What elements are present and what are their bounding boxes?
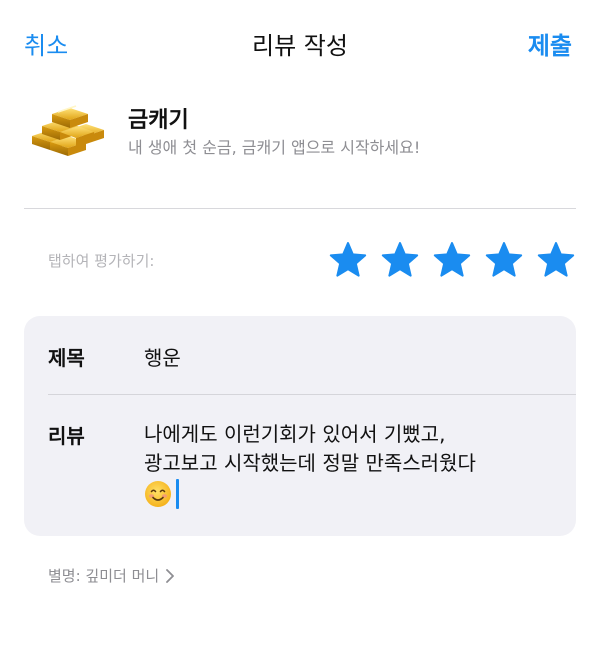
star-icon[interactable] [432,240,472,280]
star-icon[interactable] [380,240,420,280]
emoji-line [144,478,554,510]
nickname-text: 별명: 깊미더 머니 [48,567,160,585]
title-field[interactable]: 행운 [144,342,181,371]
rating-hint: 탭하여 평가하기: [48,252,155,270]
review-field[interactable]: 나에게도 이런기회가 있어서 기뻤고, 광고보고 시작했는데 정말 만족스러웠다 [144,420,554,510]
nav-bar: 취소 리뷰 작성 제출 [0,0,600,84]
review-line: 광고보고 시작했는데 정말 만족스러웠다 [144,451,476,475]
rating-row: 탭하여 평가하기: [48,236,576,286]
app-name: 금캐기 [128,108,189,133]
review-sheet: 취소 리뷰 작성 제출 금캐기 내 생애 첫 순금, 금캐기 앱으로 시작하세요… [0,0,600,653]
star-icon[interactable] [484,240,524,280]
nickname-link[interactable]: 별명: 깊미더 머니 [48,565,175,586]
gold-bars-icon [32,105,104,156]
submit-button[interactable]: 제출 [528,26,572,61]
app-info: 금캐기 내 생애 첫 순금, 금캐기 앱으로 시작하세요! [24,96,576,186]
text-cursor [176,479,179,509]
star-rating[interactable] [328,240,576,280]
title-label: 제목 [48,346,85,370]
app-subtitle: 내 생애 첫 순금, 금캐기 앱으로 시작하세요! [128,138,421,157]
divider [24,208,576,209]
form-divider [48,394,576,395]
star-icon[interactable] [328,240,368,280]
review-label: 리뷰 [48,424,85,448]
smiling-face-icon [145,481,171,507]
star-icon[interactable] [536,240,576,280]
cancel-button[interactable]: 취소 [24,26,68,61]
chevron-right-icon [166,568,175,583]
review-form: 제목 행운 리뷰 나에게도 이런기회가 있어서 기뻤고, 광고보고 시작했는데 … [24,316,576,536]
review-line: 나에게도 이런기회가 있어서 기뻤고, [144,422,446,446]
page-title: 리뷰 작성 [252,32,348,60]
